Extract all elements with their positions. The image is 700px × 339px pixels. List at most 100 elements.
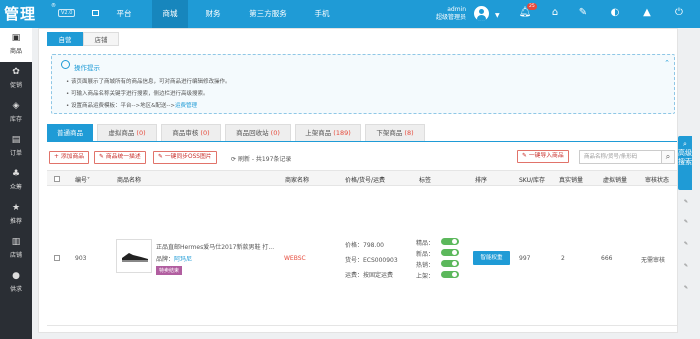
crowdfund-icon: ♣ (11, 169, 21, 179)
sidebar-item-order[interactable]: ▤ 订单 (0, 130, 32, 164)
on-sale-toggle[interactable] (441, 271, 459, 278)
refresh-button[interactable]: ⟳ 刷新 - 共197条记录 (231, 154, 291, 163)
main-panel: 自营 店铺 操作提示 ⌃ • 该页面展示了商城所有的商品信息，可对商品进行编辑修… (38, 28, 678, 333)
tab-store[interactable]: 店铺 (83, 32, 119, 46)
tips-title: 操作提示 (74, 64, 100, 72)
tip-line: • 可输入商品名称关键字进行搜索，侧边栏进行高级搜索。 (66, 91, 209, 97)
sidebar-item-promotion[interactable]: ✿ 促销 (0, 62, 32, 96)
edit-icon[interactable]: ✎ (680, 198, 692, 216)
user-name: admin (447, 6, 467, 13)
new-toggle[interactable] (441, 249, 459, 256)
col-sku: SKU/库存 (519, 177, 545, 184)
nav-platform[interactable]: 平台 (108, 0, 140, 28)
select-all-checkbox[interactable] (54, 176, 60, 182)
col-real-sales: 真实销量 (559, 177, 584, 184)
version-badge: V2.0 (58, 9, 76, 17)
collapse-icon[interactable]: ⌃ (664, 59, 670, 67)
batch-description-button[interactable]: ✎ 商品统一描述 (94, 151, 146, 164)
star-icon: ★ (11, 203, 21, 213)
nav-third-party[interactable]: 第三方服务 (240, 0, 296, 28)
product-brand: 品牌：阿玛尼 (156, 256, 193, 263)
row-id: 903 (75, 255, 87, 262)
user-info[interactable]: admin 超级管理员 (436, 6, 466, 22)
real-sales-value: 2 (561, 255, 565, 262)
edit-icon[interactable]: ✎ (680, 284, 692, 302)
tag-icon: ◈ (12, 101, 20, 111)
home-icon[interactable]: ⌂ (548, 6, 562, 20)
tab-on-sale[interactable]: 上架商品 (189) (295, 124, 361, 141)
edit-icon: ✎ (99, 154, 104, 160)
tab-recycle-bin[interactable]: 商品回收站 (0) (225, 124, 291, 141)
logout-icon[interactable]: ⏻ (672, 6, 686, 20)
freight-manage-link[interactable]: 运费管理 (175, 103, 197, 109)
top-bar: 管理 ® V2.0 平台 商城 财务 第三方服务 手机 admin 超级管理员 … (0, 0, 700, 28)
nav-mall[interactable]: 商城 (152, 0, 188, 28)
quality-toggle[interactable] (441, 238, 459, 245)
label-new: 新品： (416, 251, 435, 258)
sku-number: 货号：ECS000903 (345, 257, 398, 264)
table-bottom-border (47, 325, 677, 326)
edit-icon: ✎ (158, 154, 163, 160)
avatar[interactable] (474, 6, 489, 21)
promotion-icon: ✿ (12, 67, 20, 77)
row-checkbox[interactable] (54, 255, 60, 261)
label-on-sale: 上架： (416, 273, 435, 280)
col-audit: 审核状态 (645, 177, 670, 184)
supply-icon: ● (12, 271, 20, 281)
edit-icon[interactable]: ✎ (680, 262, 692, 280)
product-image[interactable] (116, 239, 152, 273)
sidebar-item-supply[interactable]: ● 供求 (0, 266, 32, 300)
shoe-image (122, 253, 148, 262)
expand-icon[interactable] (92, 10, 99, 16)
advanced-search-tab[interactable]: ⌕ 高级搜索 (678, 136, 692, 190)
cleanup-icon[interactable]: ▲ (640, 6, 654, 20)
sidebar-item-goods[interactable]: ▣ 商品 (0, 28, 32, 62)
notification-badge: 25 (527, 3, 537, 10)
edit-icon[interactable]: ✎ (680, 218, 692, 236)
sidebar-item-stock[interactable]: ◈ 库存 (0, 96, 32, 130)
price-value: 价格：798.00 (345, 242, 384, 249)
operation-tips: 操作提示 ⌃ • 该页面展示了商城所有的商品信息，可对商品进行编辑修改操作。 •… (51, 54, 675, 114)
tab-goods-review[interactable]: 商品审核 (0) (161, 124, 221, 141)
wrench-icon[interactable]: ✎ (576, 6, 590, 20)
search-icon: ⌕ (683, 140, 687, 148)
col-id[interactable]: 编号˅ (75, 175, 90, 184)
audit-status: 无需审核 (641, 257, 666, 264)
nav-finance[interactable]: 财务 (198, 0, 228, 28)
chevron-down-icon[interactable]: ▼ (495, 12, 500, 19)
tab-self-operated[interactable]: 自营 (47, 32, 83, 46)
add-goods-button[interactable]: + 添加商品 (49, 151, 90, 164)
order-icon: ▤ (11, 135, 21, 145)
edit-icon[interactable]: ✎ (680, 240, 692, 258)
smart-weight-button[interactable]: 智能权重 (473, 251, 510, 265)
nav-mobile[interactable]: 手机 (306, 0, 338, 28)
col-name: 商品名称 (117, 177, 142, 184)
tab-divider (47, 141, 677, 142)
logo-registered-mark: ® (51, 3, 56, 9)
sync-oss-button[interactable]: ✎ 一键同步OSS图片 (153, 151, 217, 164)
col-merchant: 商家名称 (285, 177, 310, 184)
search-input[interactable]: 商品名称/货号/条形码 (579, 150, 663, 164)
sort-icon: ˅ (87, 177, 91, 184)
tab-virtual-goods[interactable]: 虚拟商品 (0) (97, 124, 157, 141)
freight-value: 运费：按固定运费 (345, 272, 394, 279)
tab-off-sale[interactable]: 下架商品 (8) (365, 124, 425, 141)
palette-icon[interactable]: ◐ (608, 6, 622, 20)
edit-icon: ✎ (522, 153, 527, 159)
sidebar-item-recommend[interactable]: ★ 推荐 (0, 198, 32, 232)
table-header: 编号˅ 商品名称 商家名称 价格/货号/运费 标签 排序 SKU/库存 真实销量… (47, 170, 677, 186)
import-goods-button[interactable]: ✎ 一键导入商品 (517, 150, 569, 163)
tab-normal-goods[interactable]: 普通商品 (47, 124, 93, 141)
sidebar-item-crowdfund[interactable]: ♣ 众筹 (0, 164, 32, 198)
product-name[interactable]: 正品直邮Hermes爱马仕2017新款男鞋 打... (156, 242, 274, 251)
user-role: 超级管理员 (436, 14, 467, 21)
col-virtual-sales: 虚拟销量 (603, 177, 628, 184)
hot-toggle[interactable] (441, 260, 459, 267)
tip-line: • 该页面展示了商城所有的商品信息，可对商品进行编辑修改操作。 (66, 79, 231, 85)
special-badge: 特卖结束 (156, 266, 183, 275)
stock-value: 997 (519, 255, 531, 262)
plus-icon: + (54, 154, 59, 160)
sidebar-item-store[interactable]: ▥ 店铺 (0, 232, 32, 266)
search-icon[interactable]: ⌕ (661, 150, 675, 164)
label-hot: 热销： (416, 262, 435, 269)
